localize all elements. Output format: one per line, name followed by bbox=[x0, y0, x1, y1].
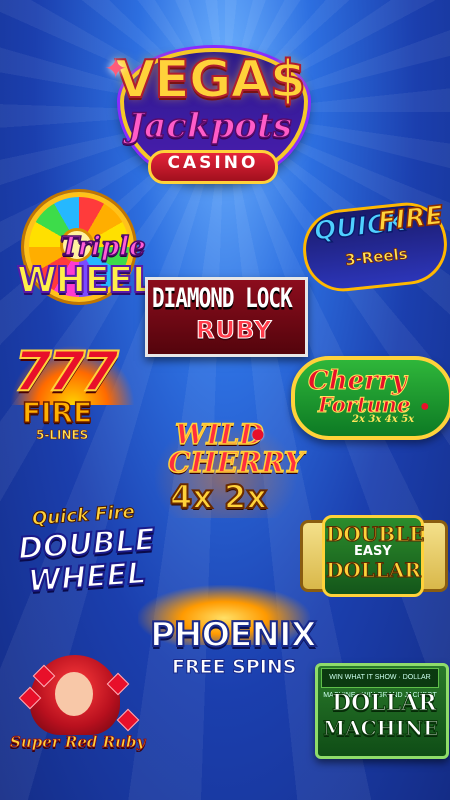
double-easy-dollar-line2: EASY bbox=[354, 544, 392, 559]
diamond-lock-line1: DIAMOND LOCK bbox=[152, 283, 293, 313]
ruby-character-face bbox=[55, 672, 93, 716]
double-easy-dollar-line3: DOLLAR bbox=[325, 558, 422, 583]
triple-wheel-line2: WHEEL bbox=[16, 259, 156, 302]
vegas-jackpots-logo: VEGA$ Jackpots CASINO bbox=[100, 38, 320, 184]
sparkle-star-icon: ✦ bbox=[104, 53, 128, 84]
logo-casino-label: CASINO bbox=[148, 150, 278, 184]
logo-subtitle: Jackpots bbox=[127, 105, 292, 147]
diamond-lock-line2: RUBY bbox=[195, 316, 273, 345]
wild-cherry-line2: CHERRY bbox=[167, 445, 304, 480]
phoenix-line2: FREE SPINS bbox=[171, 656, 297, 679]
super-red-ruby-label: Super Red Ruby bbox=[10, 733, 146, 752]
fire-777-line2: FIRE bbox=[21, 395, 93, 430]
fire-777-line3: 5-LINES bbox=[36, 428, 89, 443]
cherry-fortune-line3: 2x 3x 4x 5x bbox=[352, 414, 415, 425]
double-easy-dollar-line1: DOUBLE bbox=[325, 522, 425, 547]
logo-title: VEGA$ bbox=[114, 49, 307, 111]
cherry-icon: ● bbox=[420, 398, 430, 415]
dollar-machine-line2: MACHINE bbox=[322, 716, 439, 741]
fire-777-line1: 777 bbox=[13, 339, 120, 404]
phoenix-line1: PHOENIX bbox=[149, 614, 318, 656]
triple-wheel-line1: Triple bbox=[59, 231, 146, 263]
dollar-machine-top-strip: WIN WHAT IT SHOW · DOLLAR MACHINE · WIN … bbox=[321, 668, 439, 699]
wild-cherry-line3: 4x 2x bbox=[169, 477, 268, 517]
cherry-icon: ● bbox=[250, 418, 266, 448]
dollar-machine-line1: DOLLAR bbox=[332, 690, 438, 717]
